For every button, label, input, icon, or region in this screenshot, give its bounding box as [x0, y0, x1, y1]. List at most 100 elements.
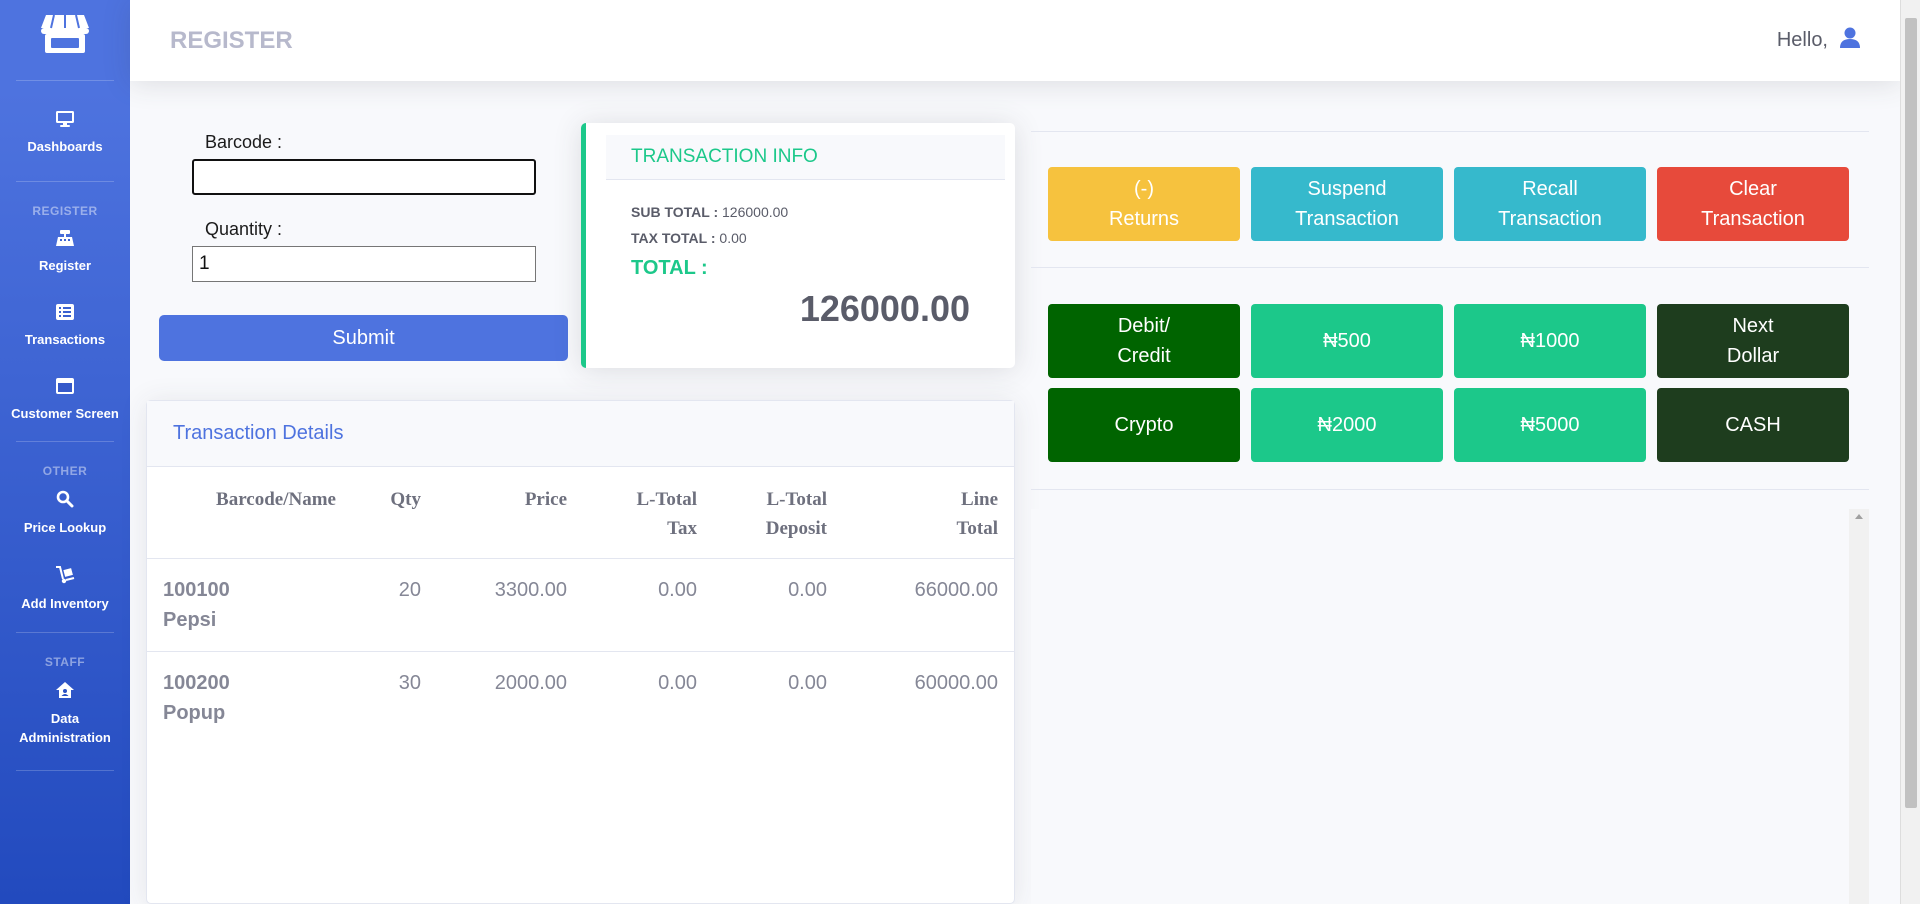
sidebar-item-label: Price Lookup [23, 520, 107, 536]
dolly-icon [55, 566, 75, 589]
transaction-info-card: TRANSACTION INFO SUB TOTAL : 126000.00 T… [581, 123, 1015, 368]
cash-button[interactable]: CASH [1657, 388, 1849, 462]
payments-divider-bottom [1031, 489, 1869, 490]
tax-total-label: TAX TOTAL : [631, 230, 716, 246]
sidebar-divider [16, 769, 114, 771]
returns-button[interactable]: (-) Returns [1048, 167, 1240, 241]
crypto-button[interactable]: Crypto [1048, 388, 1240, 462]
sidebar-item-price-lookup[interactable]: Price Lookup [0, 480, 130, 548]
sidebar-heading-register: REGISTER [32, 203, 98, 218]
item-name: Popup [163, 701, 226, 724]
sub-total-label: SUB TOTAL : [631, 204, 719, 220]
sidebar-item-customer-screen[interactable]: Customer Screen [0, 360, 130, 434]
item-price: 3300.00 [437, 558, 583, 652]
sidebar-item-add-inventory[interactable]: Add Inventory [0, 548, 130, 624]
table-row[interactable]: 100200 Popup 30 2000.00 0.00 0.00 60000.… [147, 651, 1014, 744]
transaction-table: Barcode/Name Qty Price L-Total Tax L-Tot… [147, 467, 1014, 744]
sidebar-item-register[interactable]: Register [0, 220, 130, 286]
transaction-details-title: Transaction Details [147, 401, 1014, 467]
column-header-tax-text: L-Total Tax [636, 489, 697, 540]
user-icon [1840, 27, 1860, 54]
sidebar-heading-staff: STAFF [44, 655, 86, 670]
window-icon [56, 377, 74, 399]
item-line-total: 66000.00 [843, 558, 1014, 652]
column-header-qty: Qty [352, 467, 437, 559]
actions-divider-top [1031, 131, 1869, 132]
desktop-icon [56, 111, 74, 132]
total-label: TOTAL : [631, 257, 708, 279]
clear-transaction-button[interactable]: Clear Transaction [1657, 167, 1849, 241]
sidebar-item-data-administration[interactable]: Data Administration [0, 671, 130, 758]
cash-2000-button[interactable]: ₦2000 [1251, 388, 1443, 462]
panel-scrollbar[interactable] [1849, 509, 1869, 904]
item-deposit: 0.00 [788, 671, 827, 694]
item-qty: 20 [352, 558, 437, 652]
table-row[interactable]: 100100 Pepsi 20 3300.00 0.00 0.00 66000.… [147, 558, 1014, 652]
column-header-line-total-text: Line Total [956, 489, 998, 540]
cash-5000-button[interactable]: ₦5000 [1454, 388, 1646, 462]
quantity-label: Quantity : [205, 219, 283, 239]
column-header-price: Price [437, 467, 583, 559]
sidebar-heading-other: OTHER [42, 464, 88, 479]
column-header-tax: L-Total Tax [583, 467, 713, 559]
table-header-row: Barcode/Name Qty Price L-Total Tax L-Tot… [147, 467, 1014, 559]
item-line-total: 60000.00 [914, 671, 998, 694]
sidebar-item-label: Customer Screen [11, 405, 119, 421]
next-dollar-button[interactable]: Next Dollar [1657, 304, 1849, 378]
scroll-up-arrow-icon[interactable] [1849, 509, 1869, 523]
quantity-input[interactable] [192, 246, 536, 282]
topbar: REGISTER Hello, [130, 0, 1900, 81]
sidebar-divider [16, 80, 114, 81]
sub-total-line: SUB TOTAL : 126000.00 [631, 204, 788, 220]
sidebar-item-label: Add Inventory [21, 596, 109, 612]
tax-total-value: 0.00 [719, 230, 747, 246]
page-scrollbar[interactable] [1900, 0, 1920, 904]
sidebar-divider [16, 180, 114, 182]
debit-credit-button[interactable]: Debit/ Credit [1048, 304, 1240, 378]
item-tax: 0.00 [583, 558, 713, 652]
house-user-icon [55, 681, 75, 704]
actions-divider-middle [1031, 267, 1869, 268]
column-header-barcode-name: Barcode/Name [147, 467, 352, 559]
sidebar-brand[interactable] [0, 0, 130, 72]
user-menu[interactable]: Hello, [1777, 27, 1860, 54]
cash-1000-button[interactable]: ₦1000 [1454, 304, 1646, 378]
item-qty: 30 [398, 671, 421, 694]
barcode-label: Barcode : [205, 132, 283, 152]
item-name: Pepsi [163, 608, 217, 631]
greeting-text: Hello, [1776, 29, 1828, 51]
barcode-input[interactable] [192, 159, 536, 195]
recall-transaction-button[interactable]: Recall Transaction [1454, 167, 1646, 241]
customer-display-panel [1031, 509, 1869, 904]
list-icon [56, 303, 74, 325]
search-icon [56, 490, 74, 513]
item-barcode: 100200 [163, 671, 230, 694]
sidebar-divider [16, 632, 114, 634]
sidebar-item-label: Dashboards [27, 139, 103, 154]
sidebar-item-label: Transactions [24, 331, 106, 347]
item-price: 2000.00 [494, 671, 567, 694]
sidebar: Dashboards REGISTER Register Transaction… [0, 0, 130, 904]
scrollbar-thumb[interactable] [1905, 18, 1917, 808]
sidebar-item-dashboards[interactable]: Dashboards [0, 89, 130, 167]
item-barcode: 100100 [163, 578, 230, 601]
sidebar-item-label: Data Administration [19, 711, 111, 745]
item-barcode-name: 100100 Pepsi [147, 558, 352, 652]
cash-register-icon [56, 229, 74, 251]
item-deposit: 0.00 [713, 558, 843, 652]
submit-button[interactable]: Submit [159, 315, 568, 361]
page-title: REGISTER [170, 26, 293, 54]
column-header-deposit: L-Total Deposit [713, 467, 843, 559]
column-header-deposit-text: L-Total Deposit [765, 489, 827, 540]
transaction-info-title: TRANSACTION INFO [606, 135, 1005, 180]
transaction-details-card: Transaction Details Barcode/Name Qty Pri… [146, 400, 1015, 904]
item-barcode-name: 100200 Popup [147, 651, 352, 744]
store-icon [40, 13, 90, 60]
column-header-line-total: Line Total [843, 467, 1014, 559]
suspend-transaction-button[interactable]: Suspend Transaction [1251, 167, 1443, 241]
tax-total-line: TAX TOTAL : 0.00 [631, 230, 747, 246]
sidebar-item-label: Register [38, 257, 92, 273]
cash-500-button[interactable]: ₦500 [1251, 304, 1443, 378]
item-tax: 0.00 [658, 671, 697, 694]
sidebar-item-transactions[interactable]: Transactions [0, 286, 130, 360]
